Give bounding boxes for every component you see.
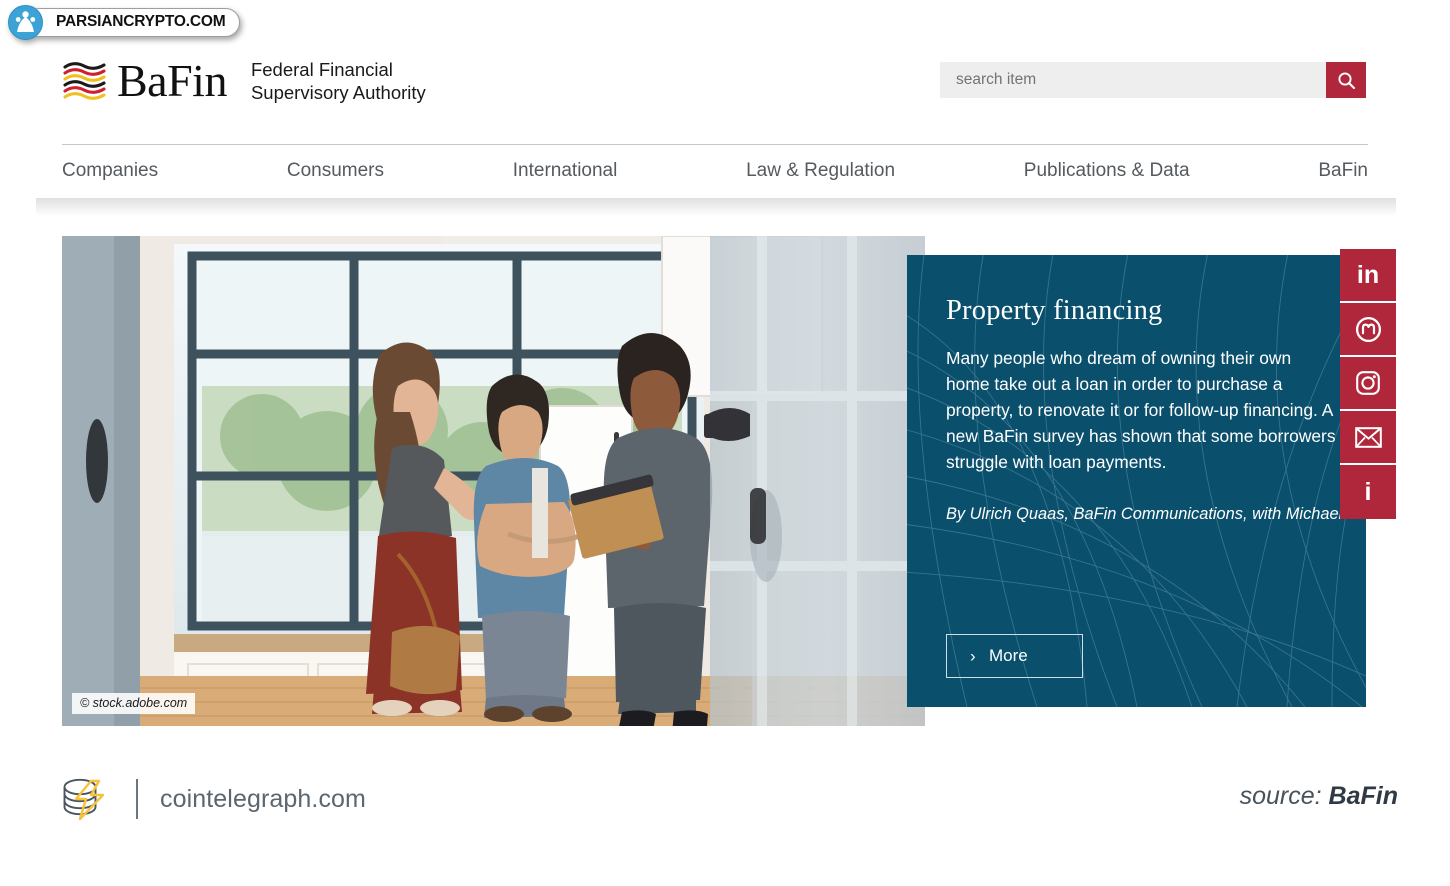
nav-item-publications-data[interactable]: Publications & Data	[1024, 160, 1190, 182]
nav-item-international[interactable]: International	[513, 160, 618, 182]
organisation-name: Federal Financial Supervisory Authority	[251, 58, 426, 105]
info-icon: i	[1364, 477, 1372, 506]
parsiancrypto-logo-icon	[8, 4, 43, 40]
nav-drop-shadow	[36, 198, 1396, 216]
social-link-email[interactable]	[1340, 411, 1396, 465]
article-byline: By Ulrich Quaas, BaFin Communications, w…	[946, 504, 1366, 523]
nav-item-bafin[interactable]: BaFin	[1318, 160, 1368, 182]
cointelegraph-site-name: cointelegraph.com	[160, 784, 366, 813]
nav-item-consumers[interactable]: Consumers	[287, 160, 384, 182]
article-panel: Property financing Many people who dream…	[907, 255, 1366, 707]
cointelegraph-brand: cointelegraph.com	[58, 768, 366, 830]
social-link-instagram[interactable]	[1340, 357, 1396, 411]
mastodon-icon	[1355, 316, 1381, 342]
email-icon	[1354, 426, 1382, 448]
social-link-mastodon[interactable]	[1340, 303, 1396, 357]
photo-credit: © stock.adobe.com	[72, 693, 196, 714]
source-name: BaFin	[1328, 782, 1398, 810]
organisation-name-line1: Federal Financial	[250, 59, 393, 80]
site-footer: cointelegraph.com source: BaFin	[0, 760, 1450, 850]
bafin-wave-icon	[63, 62, 106, 101]
parsiancrypto-glyph	[9, 5, 42, 39]
linkedin-icon: in	[1356, 260, 1380, 289]
search-bar	[940, 62, 1366, 98]
watermark-text: PARSIANCRYPTO.COM	[56, 13, 226, 30]
search-submit-button[interactable]	[1326, 62, 1366, 98]
search-input[interactable]	[940, 62, 1326, 98]
more-button-label: More	[989, 646, 1028, 665]
page-root: BaFin Federal Financial Supervisory Auth…	[0, 0, 1450, 886]
watermark-pill: PARSIANCRYPTO.COM	[25, 7, 241, 37]
chevron-right-icon: ›	[970, 646, 976, 666]
source-prefix: source:	[1239, 782, 1329, 810]
organisation-name-line2: Supervisory Authority	[250, 82, 426, 104]
cointelegraph-coin-bolt-icon	[63, 778, 105, 821]
nav-item-companies[interactable]: Companies	[62, 160, 158, 182]
bafin-wordmark: BaFin	[117, 55, 227, 107]
nav-item-law-regulation[interactable]: Law & Regulation	[746, 160, 895, 182]
hero-photo-illustration	[62, 236, 925, 726]
social-rail: in i	[1340, 249, 1396, 519]
parsiancrypto-watermark: PARSIANCRYPTO.COM	[8, 4, 241, 40]
site-header: BaFin Federal Financial Supervisory Auth…	[0, 44, 1450, 144]
source-attribution: source: BaFin	[1240, 782, 1398, 811]
article-title: Property financing	[946, 295, 1163, 326]
instagram-icon	[1356, 371, 1380, 395]
hero-photo: © stock.adobe.com	[62, 236, 925, 726]
article-summary: Many people who dream of owning their ow…	[946, 348, 1336, 473]
bafin-brand[interactable]: BaFin Federal Financial Supervisory Auth…	[62, 58, 426, 105]
social-link-linkedin[interactable]: in	[1340, 249, 1396, 303]
foreground-door	[704, 236, 925, 726]
foreground-jamb	[62, 236, 140, 726]
more-button[interactable]: › More	[946, 634, 1083, 678]
social-link-info[interactable]: i	[1340, 465, 1396, 519]
hero-section: © stock.adobe.com Property financing Man…	[62, 236, 1396, 726]
footer-divider	[136, 779, 138, 819]
search-icon	[1337, 71, 1355, 89]
main-navigation: Companies Consumers International Law & …	[0, 144, 1450, 198]
